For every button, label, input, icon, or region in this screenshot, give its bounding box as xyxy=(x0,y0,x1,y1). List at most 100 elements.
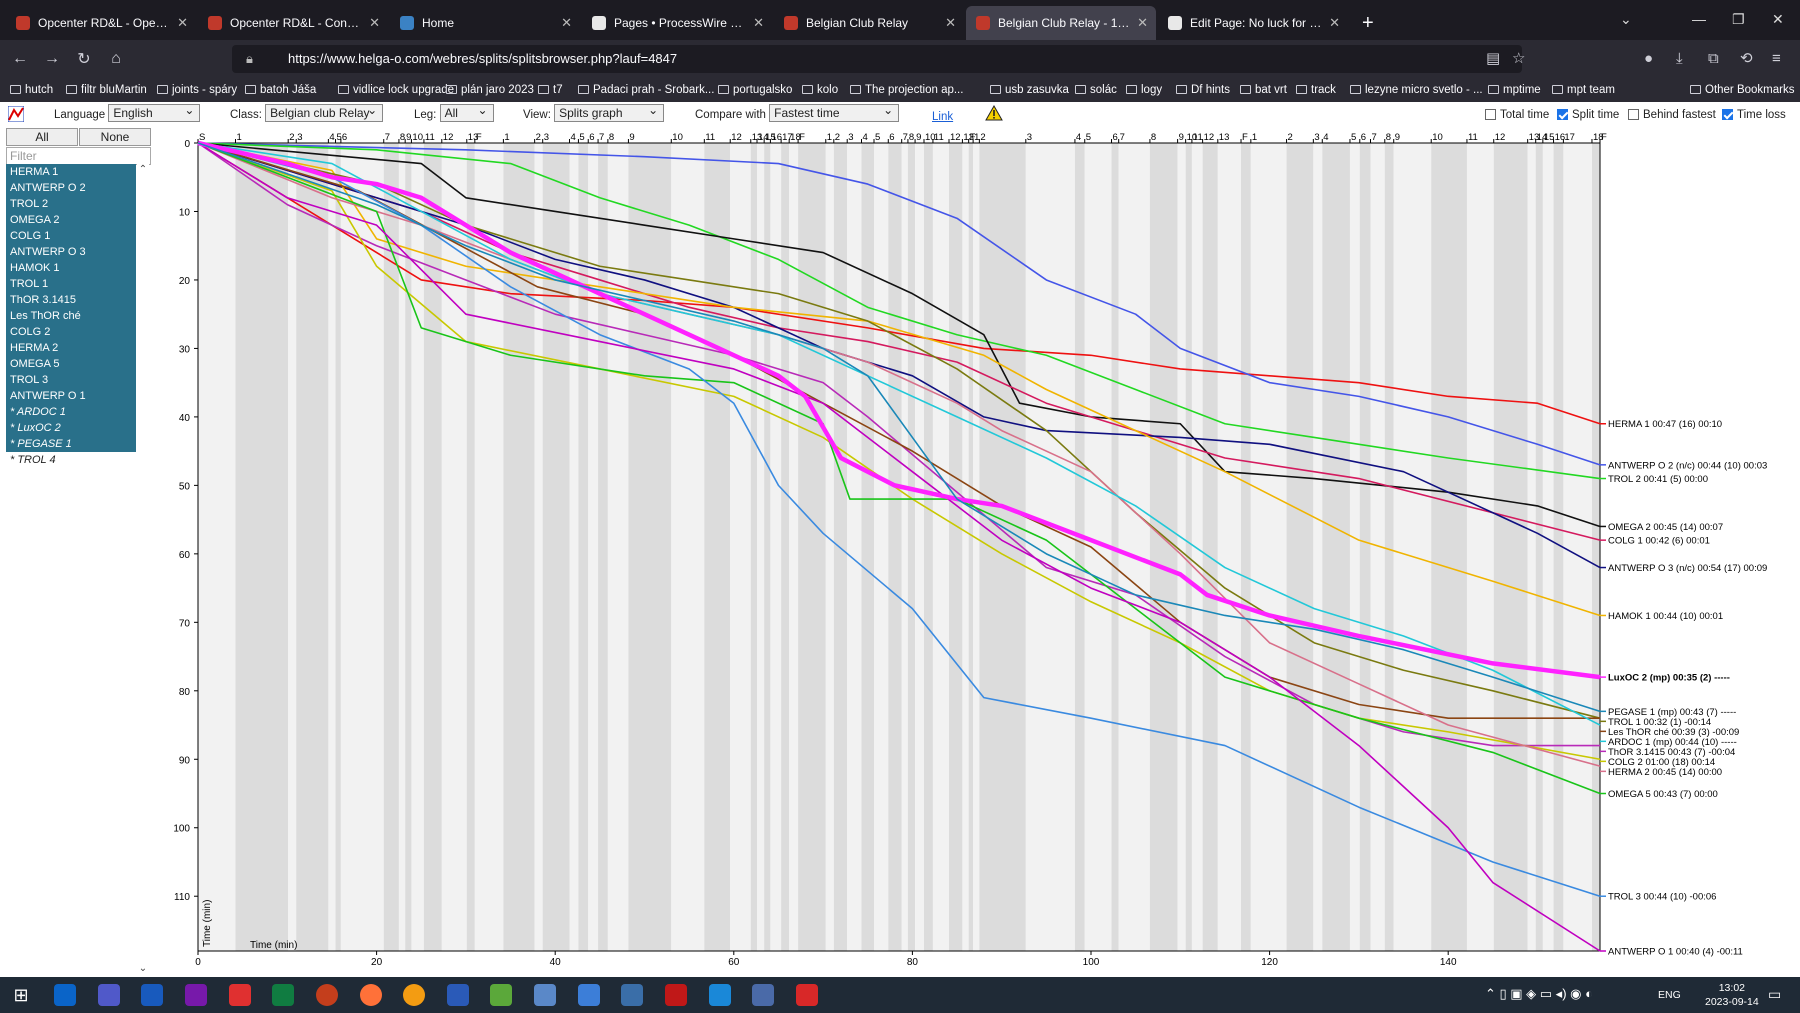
bookmark-item[interactable]: usb zasuvka xyxy=(990,78,1069,102)
select-none-button[interactable]: None xyxy=(79,128,151,146)
split-time-checkbox[interactable]: Split time xyxy=(1557,102,1619,128)
language-indicator[interactable]: ENG xyxy=(1658,988,1681,1002)
view-select[interactable]: Splits graph xyxy=(554,102,665,122)
team-list-item[interactable]: TROL 3 xyxy=(6,372,136,388)
extension-icon[interactable]: ● xyxy=(1644,40,1653,78)
team-list-item[interactable]: ANTWERP O 2 xyxy=(6,180,136,196)
browser-tab[interactable]: Opcenter RD&L - Configura ✕ xyxy=(198,6,388,40)
bookmark-item[interactable]: Other Bookmarks xyxy=(1690,78,1794,102)
onenote-icon[interactable] xyxy=(185,984,207,1006)
reload-icon[interactable]: ↻ xyxy=(68,49,100,69)
downloads-icon[interactable]: ⤓ xyxy=(1676,40,1683,78)
team-list-item[interactable]: HERMA 1 xyxy=(6,164,136,180)
team-list-item[interactable]: COLG 1 xyxy=(6,228,136,244)
app-icon[interactable] xyxy=(447,984,469,1006)
total-time-checkbox[interactable]: Total time xyxy=(1485,102,1549,128)
team-list-item[interactable]: COLG 2 xyxy=(6,324,136,340)
clock[interactable]: 13:02 2023-09-14 xyxy=(1705,981,1759,1009)
bookmark-item[interactable]: vidlice lock upgrade xyxy=(338,78,454,102)
bookmark-item[interactable]: track xyxy=(1296,78,1336,102)
powerpoint-icon[interactable] xyxy=(316,984,338,1006)
team-list-item[interactable]: ANTWERP O 1 xyxy=(6,388,136,404)
bookmark-item[interactable]: kolo xyxy=(802,78,838,102)
system-tray-icons[interactable]: ⌃ ▯ ▣ ◈ ▭ ◂) ◉ ◐ xyxy=(1485,987,1593,1001)
bookmark-item[interactable]: portugalsko xyxy=(718,78,792,102)
team-list-item[interactable]: HAMOK 1 xyxy=(6,260,136,276)
close-tab-icon[interactable]: ✕ xyxy=(561,6,572,40)
close-tab-icon[interactable]: ✕ xyxy=(945,6,956,40)
close-tab-icon[interactable]: ✕ xyxy=(1137,6,1148,40)
scroll-down-icon[interactable]: ⌄ xyxy=(137,963,149,974)
bookmark-item[interactable]: solác xyxy=(1075,78,1117,102)
team-list-item[interactable]: OMEGA 2 xyxy=(6,212,136,228)
app-icon[interactable] xyxy=(229,984,251,1006)
checkbox-icon[interactable] xyxy=(1485,109,1496,120)
team-list-scrollbar[interactable]: ⌃ ⌄ xyxy=(137,164,149,974)
app-icon[interactable] xyxy=(621,984,643,1006)
menu-icon[interactable]: ≡ xyxy=(1772,40,1781,78)
browser-tab[interactable]: Home ✕ xyxy=(390,6,580,40)
bookmark-item[interactable]: hutch xyxy=(10,78,53,102)
excel-icon[interactable] xyxy=(272,984,294,1006)
bookmark-item[interactable]: plán jaro 2023 xyxy=(446,78,534,102)
select-all-button[interactable]: All xyxy=(6,128,78,146)
bookmark-star-icon[interactable]: ☆ xyxy=(1512,40,1525,78)
app-icon[interactable] xyxy=(709,984,731,1006)
checkbox-icon[interactable] xyxy=(1722,109,1733,120)
bookmark-item[interactable]: joints - spáry xyxy=(157,78,237,102)
word-icon[interactable] xyxy=(141,984,163,1006)
close-tab-icon[interactable]: ✕ xyxy=(753,6,764,40)
browser-tab[interactable]: Belgian Club Relay ✕ xyxy=(774,6,964,40)
team-list-item[interactable]: OMEGA 5 xyxy=(6,356,136,372)
outlook-icon[interactable] xyxy=(54,984,76,1006)
team-list-item[interactable]: HERMA 2 xyxy=(6,340,136,356)
team-list-item[interactable]: * TROL 4 xyxy=(6,452,136,468)
bookmark-item[interactable]: mpt team xyxy=(1552,78,1615,102)
team-list-item[interactable]: * LuxOC 2 xyxy=(6,420,136,436)
bookmark-item[interactable]: filtr bluMartin xyxy=(66,78,147,102)
bookmark-item[interactable]: batoh Jáša xyxy=(245,78,316,102)
behind-fastest-checkbox[interactable]: Behind fastest xyxy=(1628,102,1716,128)
tab-list-icon[interactable]: ⌄ xyxy=(1620,0,1632,38)
close-tab-icon[interactable]: ✕ xyxy=(177,6,188,40)
bookmark-item[interactable]: mptime xyxy=(1488,78,1541,102)
team-list-item[interactable]: TROL 1 xyxy=(6,276,136,292)
scroll-up-icon[interactable]: ⌃ xyxy=(137,164,149,175)
minimize-icon[interactable]: — xyxy=(1692,0,1706,38)
back-icon[interactable]: ← xyxy=(4,50,36,68)
splits-graph[interactable]: S 1 2 3 4 5 6 7 8 9 10 11 12 13F 1 2 3 4 5 6 7 8 9 10 11 12 131415… xyxy=(150,128,1800,977)
app-icon[interactable] xyxy=(490,984,512,1006)
bookmark-item[interactable]: logy xyxy=(1126,78,1162,102)
bookmark-item[interactable]: Df hints xyxy=(1176,78,1230,102)
link-button[interactable]: Link xyxy=(932,104,953,130)
warning-icon[interactable] xyxy=(985,102,1003,128)
bookmark-item[interactable]: Padaci prah - Srobark... xyxy=(578,78,714,102)
new-tab-icon[interactable]: + xyxy=(1350,6,1386,40)
language-select[interactable]: English xyxy=(108,102,201,122)
forward-icon[interactable]: → xyxy=(36,50,68,68)
team-list-item[interactable]: * PEGASE 1 xyxy=(6,436,136,452)
checkbox-icon[interactable] xyxy=(1628,109,1639,120)
app-icon[interactable] xyxy=(665,984,687,1006)
app-icon[interactable] xyxy=(578,984,600,1006)
start-icon[interactable]: ⊞ xyxy=(10,984,32,1006)
team-list-item[interactable]: ANTWERP O 3 xyxy=(6,244,136,260)
compare-select[interactable]: Fastest time xyxy=(769,102,900,122)
reader-icon[interactable]: ▤ xyxy=(1486,40,1500,78)
home-icon[interactable]: ⌂ xyxy=(100,50,132,68)
filter-input[interactable]: Filter xyxy=(6,147,151,165)
browser-tab-active[interactable]: Belgian Club Relay - 10.9.2023 ✕ xyxy=(966,6,1156,40)
checkbox-icon[interactable] xyxy=(1557,109,1568,120)
sync-icon[interactable]: ⟲ xyxy=(1740,40,1753,78)
time-loss-checkbox[interactable]: Time loss xyxy=(1722,102,1786,128)
firefox-icon[interactable] xyxy=(360,984,382,1006)
app-icon[interactable] xyxy=(796,984,818,1006)
extensions-icon[interactable]: ⧉ xyxy=(1708,40,1719,78)
team-list-item[interactable]: TROL 2 xyxy=(6,196,136,212)
team-list-item[interactable]: Les ThOR ché xyxy=(6,308,136,324)
close-window-icon[interactable]: ✕ xyxy=(1772,0,1784,38)
app-icon[interactable] xyxy=(534,984,556,1006)
address-bar[interactable]: 🔒︎ https://www.helga-o.com/webres/splits/… xyxy=(232,45,1522,73)
leg-select[interactable]: All xyxy=(439,102,494,122)
browser-tab[interactable]: Edit Page: No luck for LuxOC at Belg✕ xyxy=(1158,6,1348,40)
